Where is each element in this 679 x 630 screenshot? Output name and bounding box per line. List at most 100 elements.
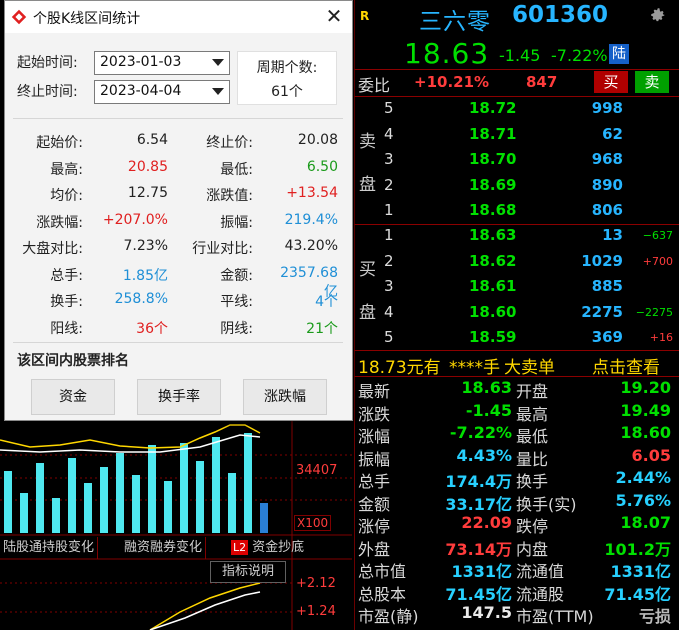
end-time-select[interactable]: 2023-04-04	[94, 80, 230, 104]
interval-stat-value: 6.50	[306, 158, 338, 175]
level-label: 5	[384, 99, 394, 117]
level-volume: 2275	[581, 302, 623, 321]
level-price: 18.59	[469, 328, 517, 346]
order-book-row[interactable]: 4 18.71 62	[354, 125, 679, 150]
stat-value: 73.14万	[445, 539, 512, 559]
stat-value: 19.20	[620, 378, 671, 397]
interval-stat-value: 6.54	[136, 132, 168, 148]
quote-stat-row: 涨跌 -1.45 最高 19.49	[354, 400, 679, 424]
order-book-row[interactable]: 5 18.72 998	[354, 99, 679, 124]
volume-bar	[52, 498, 60, 533]
end-time-label: 终止时间:	[17, 84, 78, 100]
quote-stat-row: 市盈(静) 147.5 市盈(TTM) 亏损	[354, 603, 679, 626]
tab-fund-bottom-label: 资金抄底	[252, 540, 305, 555]
buy-button[interactable]: 买	[594, 71, 628, 93]
level-volume-change: +16	[649, 331, 673, 344]
level-price: 18.69	[469, 175, 517, 194]
order-book-row[interactable]: 2 18.62 1029 +700	[354, 252, 679, 277]
volume-bar	[100, 467, 108, 533]
interval-stat-label: 均价:	[50, 188, 83, 204]
stock-code: 601360	[512, 2, 609, 28]
start-time-select[interactable]: 2023-01-03	[94, 51, 230, 75]
stat-value: 71.45亿	[604, 584, 671, 604]
divider	[354, 69, 679, 70]
interval-stat-value: 20.85	[127, 158, 168, 175]
interval-stat-label: 大盘对比:	[22, 241, 83, 257]
stat-label: 流通股	[516, 584, 565, 604]
volume-bar	[196, 461, 204, 533]
stat-label: 流通值	[516, 562, 565, 581]
stat-value: 19.49	[620, 400, 671, 420]
level-label: 2	[384, 175, 394, 194]
stat-label: 换手	[516, 472, 549, 491]
interval-stat-label: 起始价:	[36, 135, 83, 151]
gear-icon[interactable]	[649, 6, 667, 24]
axis-label-34407: 34407	[296, 463, 338, 478]
stat-value: 18.60	[620, 423, 671, 442]
interval-stat-label: 最高:	[50, 161, 83, 178]
stat-value: 101.2万	[604, 539, 671, 559]
close-icon[interactable]: ✕	[322, 5, 346, 29]
divider	[13, 342, 343, 343]
stat-value: 1331亿	[451, 562, 512, 581]
stat-label: 涨跌	[358, 404, 391, 424]
interval-stat-value: +207.0%	[102, 211, 168, 228]
level-volume: 885	[591, 277, 623, 295]
axis-label-x100: X100	[294, 515, 332, 531]
dialog-titlebar[interactable]: 个股K线区间统计 ✕	[5, 1, 352, 33]
big-order-ticker[interactable]: 18.73元有 ****手 大卖单 点击查看	[354, 352, 679, 378]
level-price: 18.70	[469, 150, 517, 168]
interval-stat-label: 涨跌值:	[206, 188, 253, 204]
volume-bar	[116, 453, 124, 533]
level-price: 18.68	[469, 201, 517, 219]
volume-bar	[212, 437, 220, 533]
end-time-value: 2023-04-04	[100, 83, 182, 99]
volume-bar	[260, 503, 268, 533]
rank-by-fund-button[interactable]: 资金	[31, 379, 115, 415]
hk-connect-badge: 陆	[609, 44, 629, 64]
level-volume-change: −2275	[635, 305, 673, 319]
order-book-row[interactable]: 1 18.68 806	[354, 201, 679, 226]
stat-value: 亏损	[638, 607, 671, 626]
quote-stat-row: 振幅 4.43% 量比 6.05	[354, 446, 679, 469]
interval-stat-label: 平线:	[220, 294, 253, 310]
interval-stat-label: 换手:	[50, 294, 83, 310]
sell-button[interactable]: 卖	[635, 71, 669, 93]
interval-stat-label: 涨跌幅:	[36, 214, 83, 231]
ticker-view-link[interactable]: 点击查看	[592, 353, 660, 378]
volume-bar	[132, 475, 140, 533]
stat-value: 18.63	[461, 378, 512, 397]
level-price: 18.60	[469, 302, 517, 321]
rank-by-turnover-button[interactable]: 换手率	[137, 379, 221, 415]
tab-fund-bottom[interactable]: L2 资金抄底	[228, 537, 307, 559]
order-book-row[interactable]: 1 18.63 13 −637	[354, 226, 679, 251]
stat-label: 外盘	[358, 539, 391, 559]
level-volume: 998	[591, 99, 623, 117]
stat-label: 换手(实)	[516, 494, 577, 514]
period-count-label: 周期个数:	[256, 60, 318, 76]
level-volume: 369	[591, 328, 623, 346]
stat-label: 振幅	[358, 449, 391, 469]
rank-title: 该区间内股票排名	[17, 353, 129, 369]
level-volume: 13	[602, 226, 623, 244]
interval-stat-value: 21个	[306, 320, 338, 337]
order-book-row[interactable]: 3 18.70 968	[354, 150, 679, 175]
order-book-row[interactable]: 4 18.60 2275 −2275	[354, 303, 679, 328]
weibi-row: 委比 +10.21% 847	[354, 71, 679, 95]
interval-stat-value: 219.4%	[284, 211, 338, 228]
stat-label: 最高	[516, 404, 549, 424]
level-label: 4	[384, 302, 394, 321]
interval-stat-value: +13.54	[286, 185, 338, 201]
interval-stat-label: 振幅:	[220, 214, 253, 231]
tab-hk-connect-holdings[interactable]: 陆股通持股变化	[0, 537, 99, 559]
tab-margin-trading[interactable]: 融资融券变化	[121, 537, 207, 559]
order-book-row[interactable]: 3 18.61 885	[354, 277, 679, 302]
rank-by-change-button[interactable]: 涨跌幅	[243, 379, 327, 415]
latest-price: 18.63	[404, 37, 490, 70]
quote-stat-row: 总手 174.4万 换手 2.44%	[354, 468, 679, 491]
level-label: 1	[384, 226, 394, 244]
indicator-explain-button[interactable]: 指标说明	[210, 561, 286, 583]
interval-stat-label: 总手:	[50, 267, 83, 284]
axis-label-124: +1.24	[296, 604, 336, 619]
order-book-row[interactable]: 2 18.69 890	[354, 176, 679, 201]
